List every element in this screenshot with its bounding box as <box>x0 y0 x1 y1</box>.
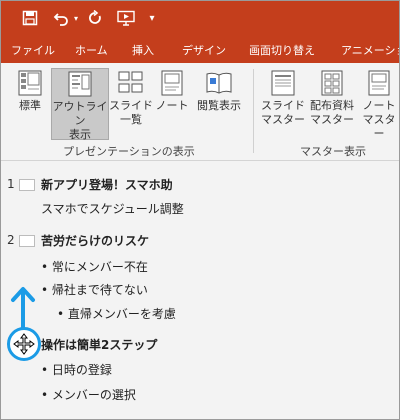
slide-icon-2[interactable] <box>19 235 35 247</box>
slide-number-1: 1 <box>7 177 15 191</box>
notes-master-icon <box>368 70 390 96</box>
outline-view-button[interactable]: アウトライン 表示 <box>51 68 109 141</box>
slide-master-icon <box>271 70 295 96</box>
slide-2-sub-bullet-1[interactable]: 直帰メンバーを考慮 <box>57 305 176 322</box>
handout-master-label-2: マスター <box>310 113 354 126</box>
handout-master-label-1: 配布資料 <box>310 99 354 112</box>
slide-2-bullet-2[interactable]: 帰社まで待てない <box>41 281 148 298</box>
slide-1-text[interactable]: スマホでスケジュール調整 <box>41 200 184 217</box>
tab-animations[interactable]: アニメーション <box>341 42 399 58</box>
slide-sorter-label-2: 一覧 <box>120 113 142 126</box>
slide-number-2: 2 <box>7 233 15 247</box>
slide-3-title[interactable]: 操作は簡単2ステップ <box>41 336 157 353</box>
normal-view-label: 標準 <box>19 99 41 112</box>
undo-icon[interactable] <box>51 7 71 29</box>
notes-page-label-1: ノート <box>155 99 189 112</box>
master-views-group-label: マスター表示 <box>300 145 366 158</box>
title-bar: ▾ ▾ <box>1 1 399 37</box>
slide-2-title[interactable]: 苦労だらけのリスケ <box>41 232 149 249</box>
powerpoint-window: ▾ ▾ ファイル ホーム 挿入 デザイン 画面切り替え アニメーション 標準 <box>0 0 400 420</box>
handout-master-icon <box>321 70 343 96</box>
slide-3-bullet-1[interactable]: 日時の登録 <box>41 361 112 378</box>
reading-view-icon <box>206 72 232 94</box>
move-cursor-icon <box>13 333 35 355</box>
slide-sorter-label-1: スライド <box>109 99 153 112</box>
slide-icon-1[interactable] <box>19 179 35 191</box>
tab-file[interactable]: ファイル <box>11 42 55 58</box>
up-arrow-icon <box>11 287 35 333</box>
present-from-start-icon[interactable] <box>115 7 137 29</box>
notes-page-icon <box>161 70 183 96</box>
outline-view-label-2: 表示 <box>69 128 91 141</box>
tab-home[interactable]: ホーム <box>75 42 108 58</box>
slide-1-title[interactable]: 新アプリ登場！スマホ助 <box>41 176 173 193</box>
tab-insert[interactable]: 挿入 <box>132 42 154 58</box>
tab-transitions[interactable]: 画面切り替え <box>249 42 315 58</box>
customize-qat-icon[interactable]: ▾ <box>145 7 159 29</box>
redo-icon[interactable] <box>85 7 105 29</box>
slide-2-bullet-1[interactable]: 常にメンバー不在 <box>41 258 148 275</box>
undo-dropdown-icon[interactable]: ▾ <box>71 7 81 29</box>
outline-pane[interactable]: 1 新アプリ登場！スマホ助 スマホでスケジュール調整 2 苦労だらけのリスケ 常… <box>1 161 399 419</box>
normal-view-button[interactable]: 標準 <box>11 68 49 138</box>
notes-master-label-2: マスター <box>362 113 396 140</box>
group-separator <box>253 69 254 153</box>
cursor-highlight <box>7 327 41 361</box>
ribbon-view-tab: 標準 アウトライン 表示 スライド 一覧 ノート 閲覧表示 プレゼンテーションの… <box>1 63 399 161</box>
outline-view-label-1: アウトライン <box>52 100 108 127</box>
slide-master-button[interactable]: スライド マスター <box>261 68 305 138</box>
notes-page-button[interactable]: ノート <box>155 68 189 138</box>
notes-master-label-1: ノート <box>362 99 396 112</box>
handout-master-button[interactable]: 配布資料 マスター <box>307 68 357 138</box>
outline-view-icon <box>68 71 92 97</box>
ribbon-tabs: ファイル ホーム 挿入 デザイン 画面切り替え アニメーション <box>1 37 399 63</box>
reading-view-label: 閲覧表示 <box>197 99 241 112</box>
save-icon[interactable] <box>19 7 41 29</box>
slide-master-label-1: スライド <box>261 99 305 112</box>
slide-master-label-2: マスター <box>261 113 305 126</box>
normal-view-icon <box>18 70 42 96</box>
slide-sorter-icon <box>118 71 143 93</box>
tab-design[interactable]: デザイン <box>182 42 226 58</box>
slide-sorter-button[interactable]: スライド 一覧 <box>109 68 153 138</box>
slide-3-bullet-2[interactable]: メンバーの選択 <box>41 386 136 403</box>
notes-master-button[interactable]: ノート マスター <box>359 68 399 140</box>
presentation-views-group-label: プレゼンテーションの表示 <box>63 145 195 158</box>
reading-view-button[interactable]: 閲覧表示 <box>193 68 245 138</box>
